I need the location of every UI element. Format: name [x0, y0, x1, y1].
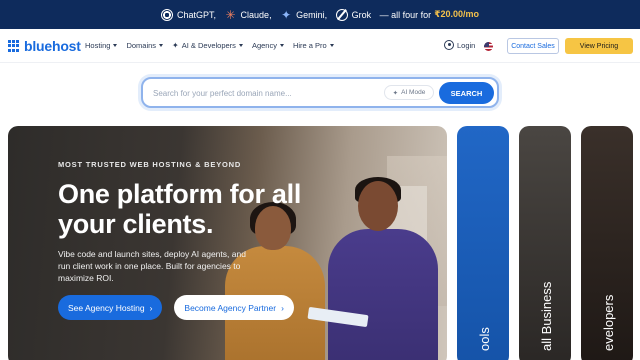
side-card-label: evelopers: [601, 294, 616, 351]
main-nav: bluehost Hosting Domains ✦ AI & Develope…: [0, 29, 640, 63]
nav-item-label: AI & Developers: [181, 41, 236, 50]
hero-subtext: Vibe code and launch sites, deploy AI ag…: [58, 249, 246, 283]
promo-grok: Grok: [335, 8, 372, 21]
contact-sales-button[interactable]: Contact Sales: [507, 38, 559, 54]
promo-gemini: ✦ Gemini,: [280, 9, 327, 21]
hero-cta-row: See Agency Hosting › Become Agency Partn…: [58, 295, 294, 320]
hero-person-man: [328, 177, 438, 360]
hero-eyebrow: MOST TRUSTED WEB HOSTING & BEYOND: [58, 160, 242, 169]
claude-icon: ✳: [225, 7, 236, 22]
sparkle-icon: ✦: [172, 41, 179, 50]
chatgpt-icon: [161, 8, 174, 21]
domain-search-bar: ✦ AI Mode SEARCH: [141, 77, 499, 108]
nav-item-domains[interactable]: Domains: [126, 41, 164, 50]
chevron-down-icon: [159, 44, 164, 47]
nav-item-label: Hire a Pro: [292, 41, 327, 50]
side-card-label: all Business: [539, 281, 554, 351]
hero-banner: MOST TRUSTED WEB HOSTING & BEYOND One pl…: [8, 126, 447, 360]
cta-secondary-label: Become Agency Partner: [184, 302, 277, 313]
see-agency-hosting-button[interactable]: See Agency Hosting ›: [58, 295, 163, 320]
nav-item-ai-developers[interactable]: ✦ AI & Developers: [172, 41, 243, 50]
chevron-down-icon: [113, 44, 118, 47]
promo-item-chatgpt: ChatGPT,: [177, 9, 217, 20]
nav-item-label: Agency: [251, 41, 277, 50]
login-link[interactable]: Login: [444, 40, 475, 50]
gemini-icon: ✦: [281, 7, 292, 22]
cta-primary-label: See Agency Hosting: [68, 302, 145, 313]
promo-item-grok: Grok: [351, 9, 372, 20]
logo-grid-icon: [8, 40, 20, 52]
nav-item-agency[interactable]: Agency: [252, 41, 284, 50]
nav-item-hosting[interactable]: Hosting: [85, 41, 118, 50]
ai-mode-toggle[interactable]: ✦ AI Mode: [384, 85, 434, 100]
side-card-tools[interactable]: ools: [457, 126, 509, 360]
hero-headline: One platform for all your clients.: [58, 179, 302, 239]
promo-claude: ✳ Claude,: [225, 9, 272, 21]
grok-icon: [335, 8, 348, 21]
side-card-developers[interactable]: evelopers: [581, 126, 633, 360]
promo-bar[interactable]: ChatGPT, ✳ Claude, ✦ Gemini, Grok — all …: [0, 0, 640, 29]
chevron-right-icon: ›: [281, 302, 284, 313]
promo-item-claude: Claude,: [240, 9, 272, 20]
nav-item-label: Domains: [126, 41, 157, 50]
hero-copy: MOST TRUSTED WEB HOSTING & BEYOND One pl…: [58, 160, 338, 284]
nav-item-hire-a-pro[interactable]: Hire a Pro: [293, 41, 334, 50]
side-card-small-business[interactable]: all Business: [519, 126, 571, 360]
user-icon: [444, 40, 454, 50]
chevron-down-icon: [238, 44, 243, 47]
bluehost-logo[interactable]: bluehost: [8, 38, 81, 54]
promo-price: ₹20.00/mo: [434, 9, 479, 19]
logo-text: bluehost: [24, 38, 81, 54]
login-label: Login: [457, 40, 476, 50]
ai-mode-label: AI Mode: [401, 89, 426, 96]
promo-item-gemini: Gemini,: [296, 9, 328, 20]
become-agency-partner-button[interactable]: Become Agency Partner ›: [174, 295, 294, 320]
nav-menu: Hosting Domains ✦ AI & Developers Agency…: [85, 41, 334, 50]
sparkle-icon: ✦: [392, 89, 399, 97]
side-card-label: ools: [477, 327, 492, 351]
view-pricing-button[interactable]: View Pricing: [565, 38, 633, 54]
domain-search-input[interactable]: [153, 85, 373, 101]
chevron-down-icon: [279, 44, 284, 47]
nav-item-label: Hosting: [85, 41, 111, 50]
search-button[interactable]: SEARCH: [439, 82, 494, 104]
promo-suffix: — all four for: [379, 9, 432, 20]
chevron-right-icon: ›: [149, 302, 153, 313]
chevron-down-icon: [329, 44, 334, 47]
us-flag-icon[interactable]: [484, 42, 493, 51]
promo-chatgpt: ChatGPT,: [161, 8, 217, 21]
